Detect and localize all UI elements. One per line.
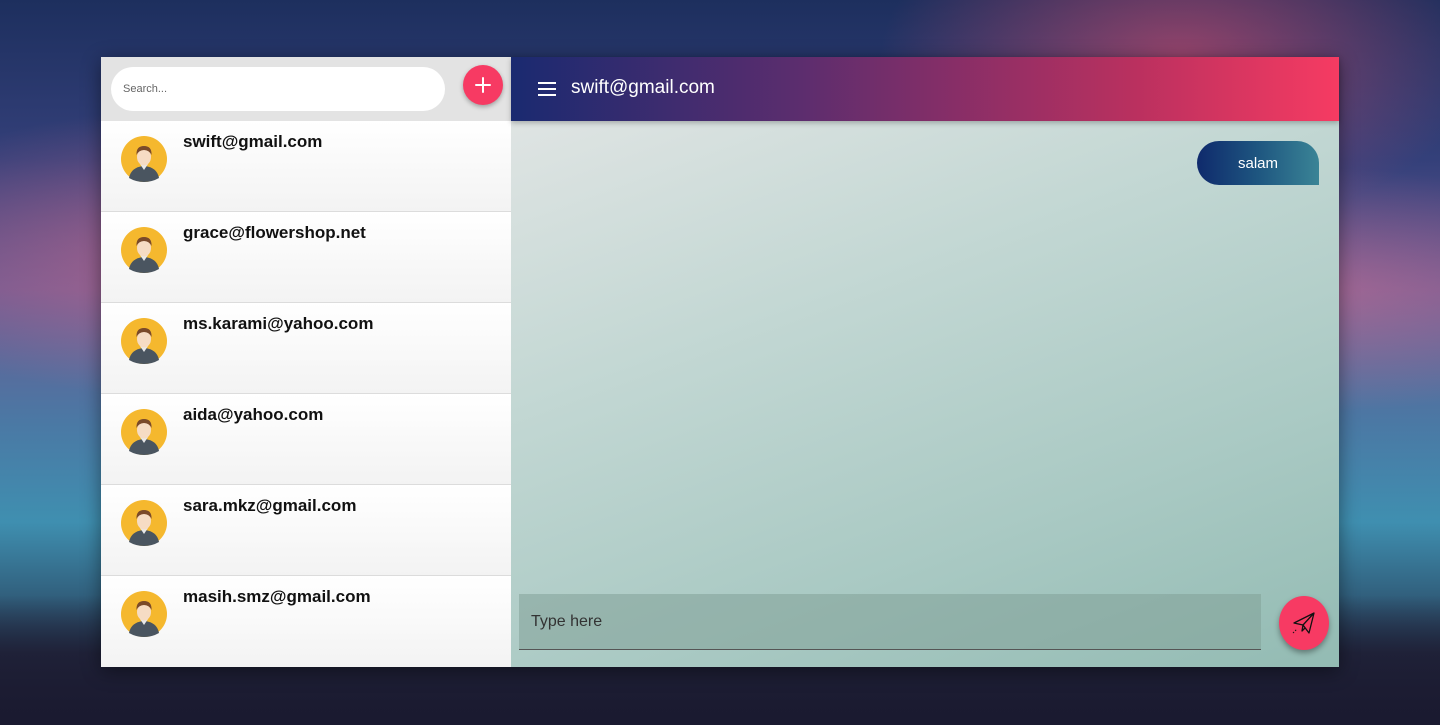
- contact-name: sara.mkz@gmail.com: [183, 496, 357, 515]
- contact-list: swift@gmail.com grace@flowershop.net ms.…: [101, 121, 511, 667]
- contact-item[interactable]: swift@gmail.com: [101, 121, 511, 212]
- send-button[interactable]: [1279, 596, 1329, 650]
- search-input[interactable]: [111, 67, 445, 111]
- contact-item[interactable]: ms.karami@yahoo.com: [101, 303, 511, 394]
- chat-app-window: swift@gmail.com grace@flowershop.net: [101, 57, 1339, 667]
- contact-item[interactable]: masih.smz@gmail.com: [101, 576, 511, 667]
- message-input[interactable]: [519, 594, 1261, 650]
- user-avatar-icon: [121, 591, 167, 637]
- chat-header: swift@gmail.com: [511, 57, 1339, 121]
- user-avatar-icon: [121, 318, 167, 364]
- sidebar-toolbar: [101, 57, 511, 121]
- contact-item[interactable]: sara.mkz@gmail.com: [101, 485, 511, 576]
- sent-message-bubble: salam: [1197, 141, 1319, 185]
- contact-name: ms.karami@yahoo.com: [183, 314, 374, 333]
- contact-item[interactable]: aida@yahoo.com: [101, 394, 511, 485]
- chat-title: swift@gmail.com: [571, 77, 715, 98]
- user-avatar-icon: [121, 227, 167, 273]
- message-area: salam: [511, 121, 1339, 667]
- paper-plane-icon: [1292, 612, 1315, 634]
- add-contact-button[interactable]: [463, 65, 503, 105]
- user-avatar-icon: [121, 409, 167, 455]
- contact-name: aida@yahoo.com: [183, 405, 324, 424]
- hamburger-menu-icon[interactable]: [537, 79, 557, 99]
- user-avatar-icon: [121, 500, 167, 546]
- contact-name: masih.smz@gmail.com: [183, 587, 371, 606]
- user-avatar-icon: [121, 136, 167, 182]
- contact-name: swift@gmail.com: [183, 132, 323, 151]
- contact-item[interactable]: grace@flowershop.net: [101, 212, 511, 303]
- contacts-sidebar: swift@gmail.com grace@flowershop.net: [101, 57, 511, 667]
- chat-panel: swift@gmail.com salam: [511, 57, 1339, 667]
- contact-name: grace@flowershop.net: [183, 223, 366, 242]
- plus-icon: [475, 77, 491, 93]
